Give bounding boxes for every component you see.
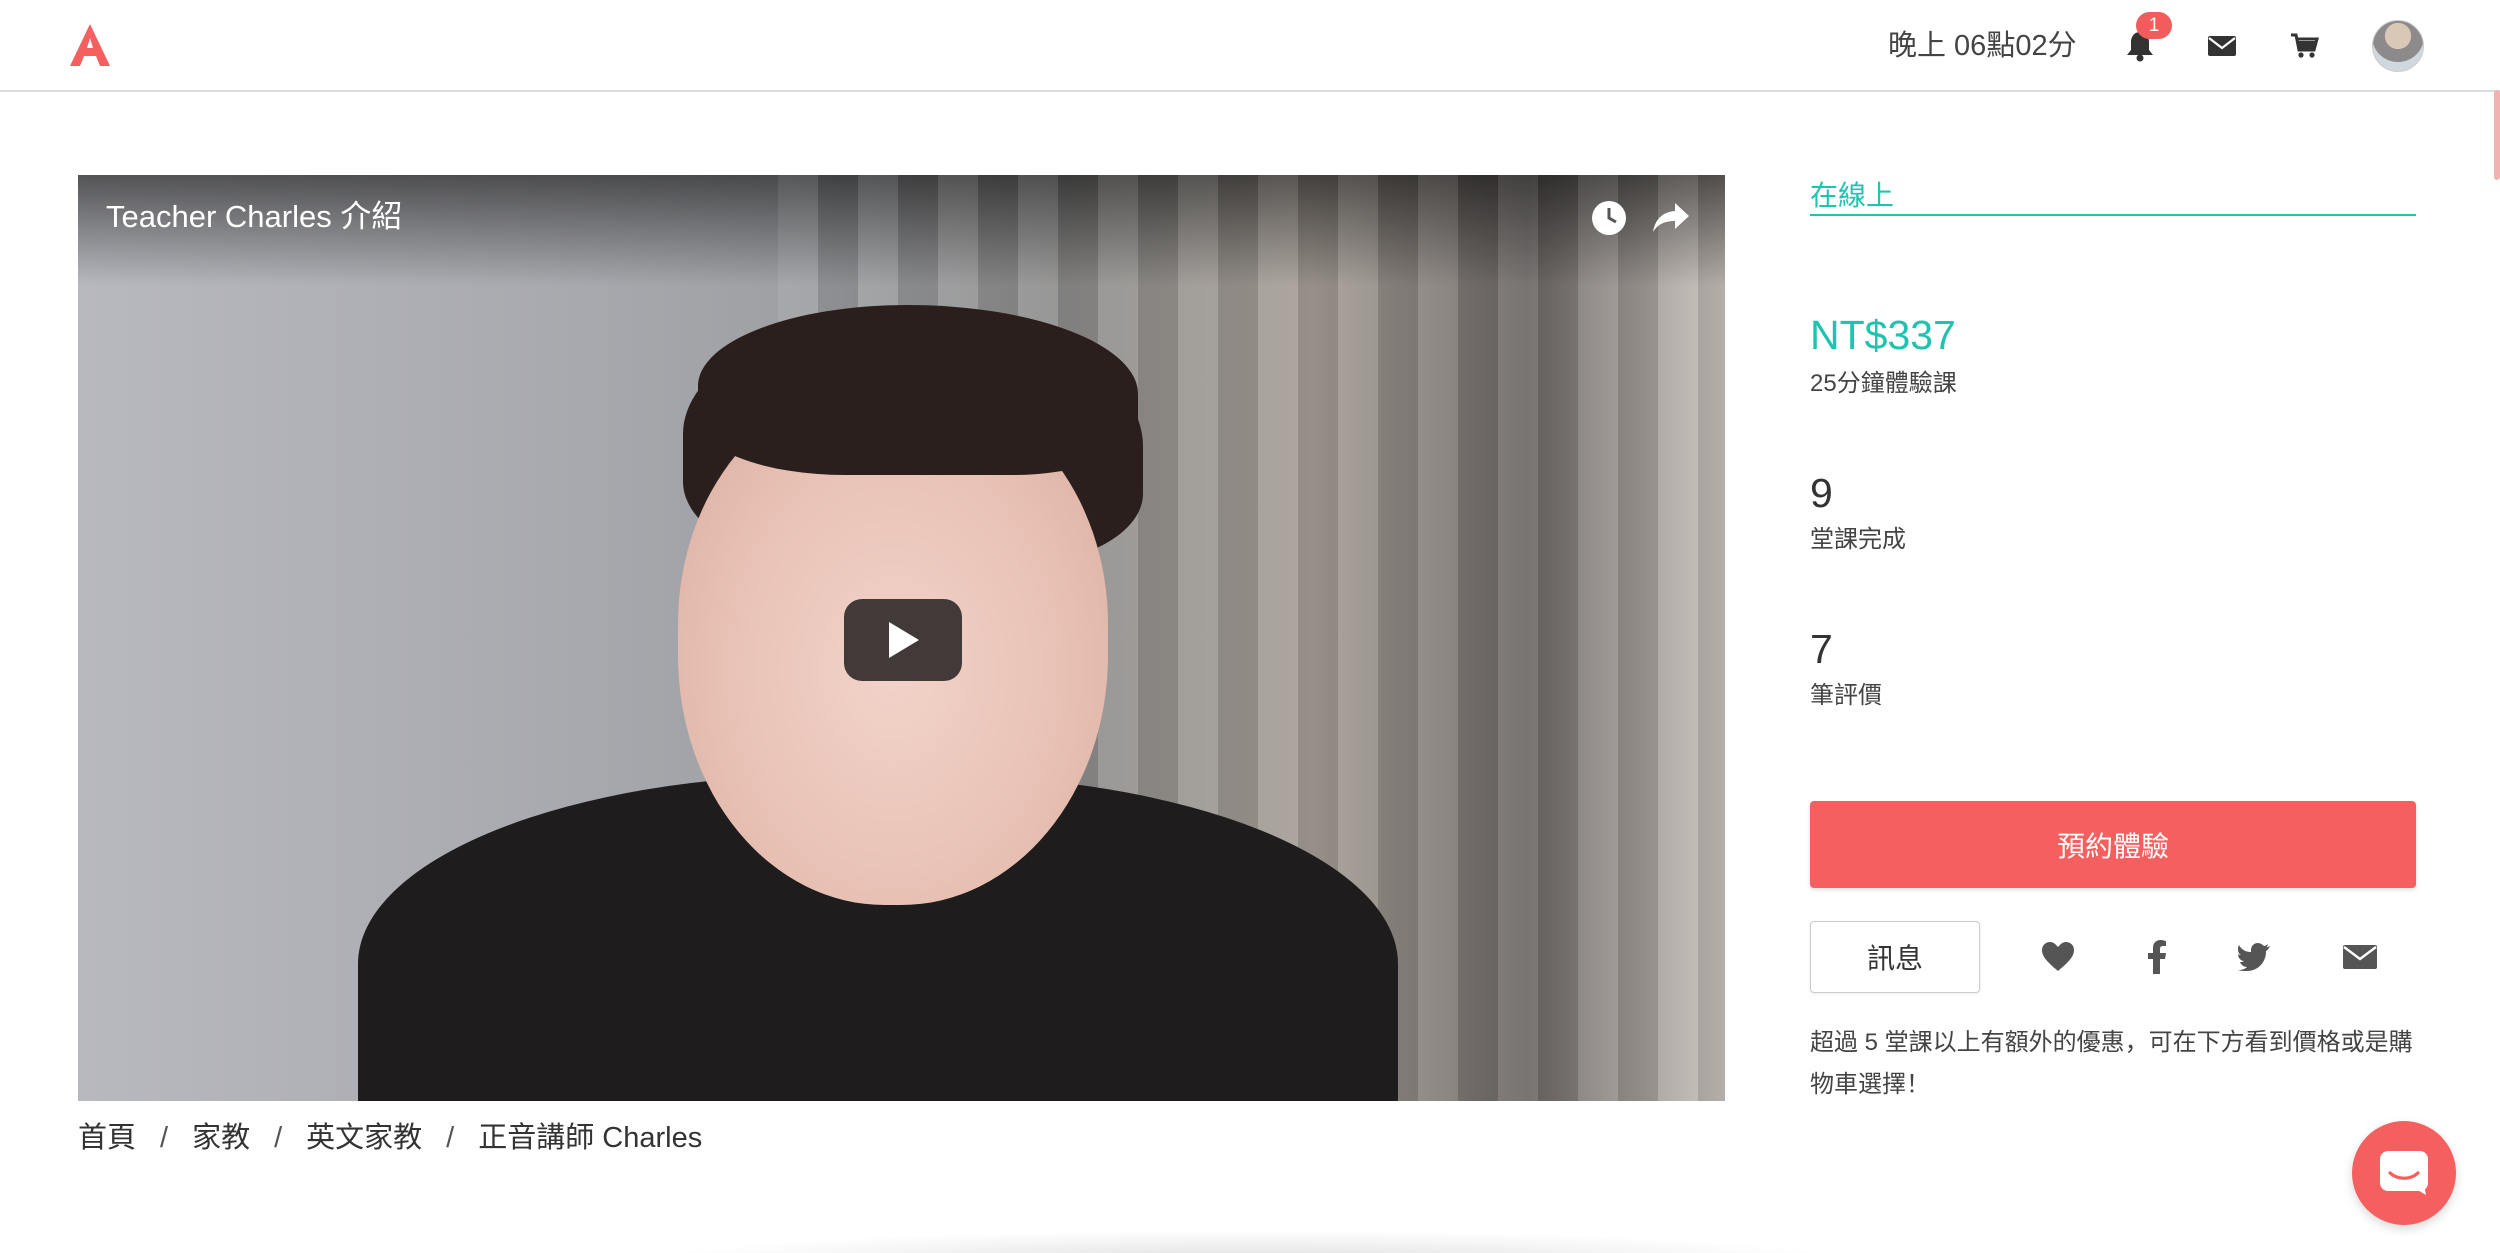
top-navbar: 晚上 06點02分 1 — [0, 0, 2500, 92]
content-card-shadow — [650, 1230, 1850, 1253]
scrollbar[interactable] — [2494, 90, 2500, 180]
message-button[interactable]: 訊息 — [1810, 921, 1980, 993]
breadcrumb: 首頁 / 家教 / 英文家教 / 正音講師 Charles — [78, 1118, 702, 1158]
trial-price: NT$337 — [1810, 312, 1956, 358]
trial-description: 25分鐘體驗課 — [1810, 370, 1957, 397]
breadcrumb-english-tutors[interactable]: 英文家教 — [306, 1118, 422, 1158]
heart-icon[interactable] — [2038, 937, 2078, 977]
twitter-icon[interactable] — [2234, 937, 2274, 977]
mail-icon[interactable] — [2340, 937, 2380, 977]
facebook-icon[interactable] — [2137, 937, 2177, 977]
discount-note: 超過 5 堂課以上有額外的優惠，可在下方看到價格或是購物車選擇！ — [1810, 1029, 2413, 1098]
video-title[interactable]: Teacher Charles 介紹 — [106, 197, 402, 237]
book-trial-button[interactable]: 預約體驗 — [1810, 801, 2416, 888]
breadcrumb-current: 正音講師 Charles — [478, 1122, 703, 1154]
lessons-completed-label: 堂課完成 — [1810, 526, 1906, 553]
play-icon — [889, 622, 919, 658]
current-time: 晚上 06點02分 — [1888, 30, 2077, 62]
breadcrumb-separator: / — [274, 1122, 283, 1154]
share-icon[interactable] — [1648, 195, 1694, 241]
tab-online[interactable]: 在線上 — [1810, 178, 1894, 214]
chat-launcher[interactable] — [2352, 1121, 2456, 1225]
clock-icon[interactable] — [1586, 195, 1632, 241]
user-avatar[interactable] — [2372, 20, 2424, 72]
logo-icon[interactable] — [66, 20, 114, 70]
reviews-label: 筆評價 — [1810, 682, 1882, 709]
intro-video-player[interactable]: Teacher Charles 介紹 — [78, 175, 1725, 1101]
breadcrumb-separator: / — [160, 1122, 169, 1154]
envelope-icon[interactable] — [2202, 26, 2242, 66]
chat-icon — [2380, 1151, 2428, 1195]
breadcrumb-tutors[interactable]: 家教 — [192, 1118, 250, 1158]
breadcrumb-home[interactable]: 首頁 — [78, 1118, 136, 1158]
play-button[interactable] — [844, 599, 962, 681]
lessons-completed-count: 9 — [1810, 470, 1833, 516]
reviews-count: 7 — [1810, 626, 1833, 672]
notification-badge: 1 — [2136, 12, 2172, 39]
cart-icon[interactable] — [2284, 26, 2324, 66]
tab-underline — [1810, 214, 2416, 216]
breadcrumb-separator: / — [446, 1122, 455, 1154]
